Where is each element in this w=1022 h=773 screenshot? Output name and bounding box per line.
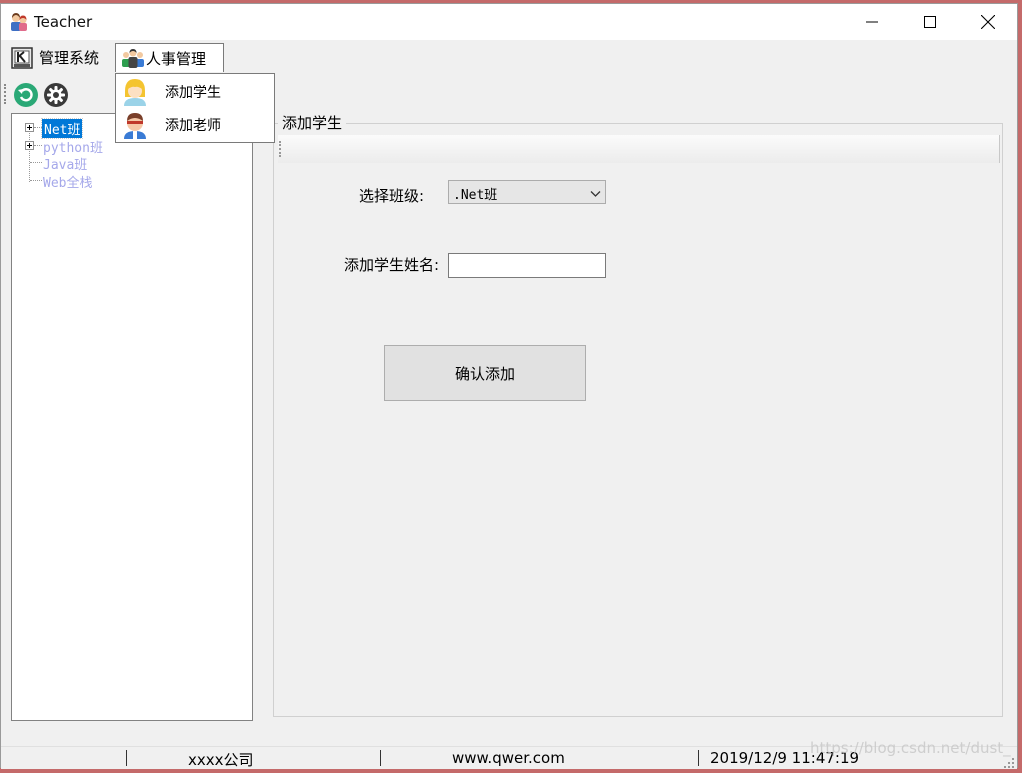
- teacher-avatar-icon: [120, 110, 150, 140]
- personnel-dropdown: 添加学生 添加老师: [115, 73, 275, 143]
- add-student-group: [273, 123, 1003, 717]
- window-title: Teacher: [34, 13, 93, 31]
- menu-system-label: 管理系统: [39, 49, 100, 67]
- class-tree[interactable]: Net班 python班 Java班 Web全栈: [11, 113, 253, 721]
- close-button[interactable]: [959, 4, 1017, 40]
- tree-node-label: Web全栈: [43, 176, 93, 191]
- menu-add-teacher[interactable]: 添加老师: [116, 109, 274, 141]
- minimize-icon: [866, 21, 878, 23]
- title-bar: Teacher: [1, 4, 1017, 40]
- student-name-input[interactable]: [448, 253, 606, 278]
- class-select[interactable]: .Net班: [448, 180, 606, 204]
- student-avatar-icon: [120, 77, 150, 107]
- toolstrip-grip[interactable]: [279, 141, 281, 157]
- expand-plus-icon[interactable]: [25, 123, 34, 132]
- menu-add-student[interactable]: 添加学生: [116, 76, 274, 108]
- status-separator: [126, 750, 127, 766]
- maximize-icon: [924, 16, 936, 28]
- class-select-label: 选择班级:: [359, 187, 425, 205]
- tree-node-java[interactable]: Java班: [12, 154, 252, 173]
- status-separator: [380, 750, 381, 766]
- tree-node-label: Net班: [40, 118, 84, 139]
- main-window: Teacher 管理系统 人事管理 添加学生 添加老师 Net班 python班…: [0, 3, 1018, 769]
- menu-bar: 管理系统 人事管理: [1, 40, 1017, 74]
- gear-icon[interactable]: [43, 82, 69, 108]
- watermark: https://blog.csdn.net/dust_: [810, 739, 1011, 757]
- toolbar-grip[interactable]: [4, 84, 8, 104]
- status-separator: [698, 750, 699, 766]
- menu-personnel[interactable]: 人事管理: [115, 43, 224, 72]
- tree-node-web[interactable]: Web全栈: [12, 172, 252, 191]
- tree-node-label: Java班: [43, 158, 88, 173]
- system-k-icon: [11, 46, 33, 69]
- minimize-button[interactable]: [843, 4, 901, 40]
- group-title: 添加学生: [278, 112, 347, 133]
- close-icon: [981, 15, 995, 29]
- status-website: www.qwer.com: [452, 749, 565, 767]
- status-company: xxxx公司: [188, 751, 254, 769]
- student-name-label: 添加学生姓名:: [344, 256, 440, 274]
- menu-personnel-label: 人事管理: [146, 49, 207, 68]
- inner-toolstrip: [278, 135, 1000, 163]
- class-select-value: .Net班: [453, 188, 498, 203]
- expand-plus-icon[interactable]: [25, 141, 34, 150]
- teacher-app-icon: [9, 12, 29, 32]
- chevron-down-icon[interactable]: [590, 187, 601, 202]
- maximize-button[interactable]: [901, 4, 959, 40]
- menu-system[interactable]: 管理系统: [5, 43, 99, 72]
- menu-add-student-label: 添加学生: [165, 85, 221, 101]
- people-group-icon: [120, 47, 144, 69]
- confirm-add-button[interactable]: 确认添加: [384, 345, 586, 401]
- menu-add-teacher-label: 添加老师: [165, 118, 221, 134]
- refresh-icon[interactable]: [13, 82, 39, 108]
